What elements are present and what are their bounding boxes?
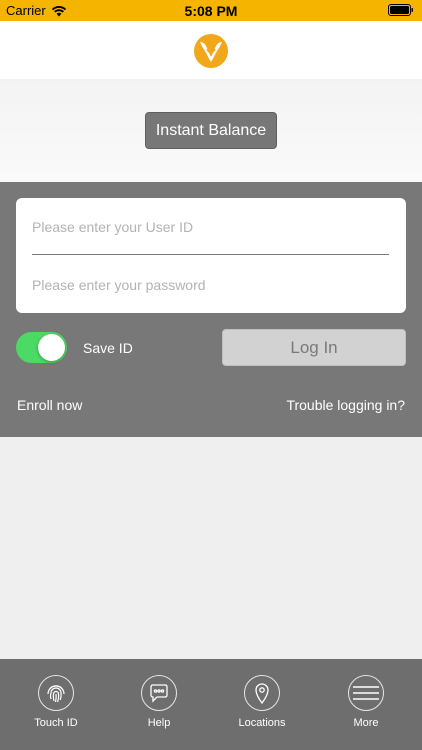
password-input[interactable] bbox=[32, 267, 389, 303]
app-header bbox=[0, 21, 422, 79]
status-bar: Carrier 5:08 PM bbox=[0, 0, 422, 21]
tab-label: Locations bbox=[238, 717, 286, 729]
tab-label: Help bbox=[147, 717, 171, 729]
fingerprint-icon bbox=[38, 675, 74, 711]
tab-locations[interactable]: Locations bbox=[222, 675, 302, 729]
instant-balance-button[interactable]: Instant Balance bbox=[145, 112, 277, 149]
battery-icon bbox=[388, 4, 413, 16]
user-id-input[interactable] bbox=[32, 209, 389, 245]
tab-bar: Touch ID Help Locations More bbox=[0, 659, 422, 750]
login-form-card bbox=[16, 198, 406, 313]
tab-touch-id[interactable]: Touch ID bbox=[16, 675, 96, 729]
location-pin-icon bbox=[244, 675, 280, 711]
chat-bubble-icon bbox=[141, 675, 177, 711]
login-button[interactable]: Log In bbox=[222, 329, 406, 366]
save-id-toggle[interactable] bbox=[16, 332, 67, 363]
menu-icon bbox=[348, 675, 384, 711]
save-id-label: Save ID bbox=[83, 340, 133, 356]
tab-label: More bbox=[353, 717, 379, 729]
field-divider bbox=[32, 254, 389, 255]
enroll-link[interactable]: Enroll now bbox=[17, 397, 82, 413]
toggle-knob bbox=[38, 334, 65, 361]
trouble-logging-in-link[interactable]: Trouble logging in? bbox=[286, 397, 405, 413]
tab-more[interactable]: More bbox=[326, 675, 406, 729]
tab-help[interactable]: Help bbox=[119, 675, 199, 729]
instant-balance-area: Instant Balance bbox=[0, 79, 422, 182]
bank-logo-icon bbox=[194, 34, 228, 68]
tab-label: Touch ID bbox=[34, 717, 78, 729]
status-time: 5:08 PM bbox=[184, 3, 238, 19]
login-panel: Save ID Log In Enroll now Trouble loggin… bbox=[0, 182, 422, 437]
